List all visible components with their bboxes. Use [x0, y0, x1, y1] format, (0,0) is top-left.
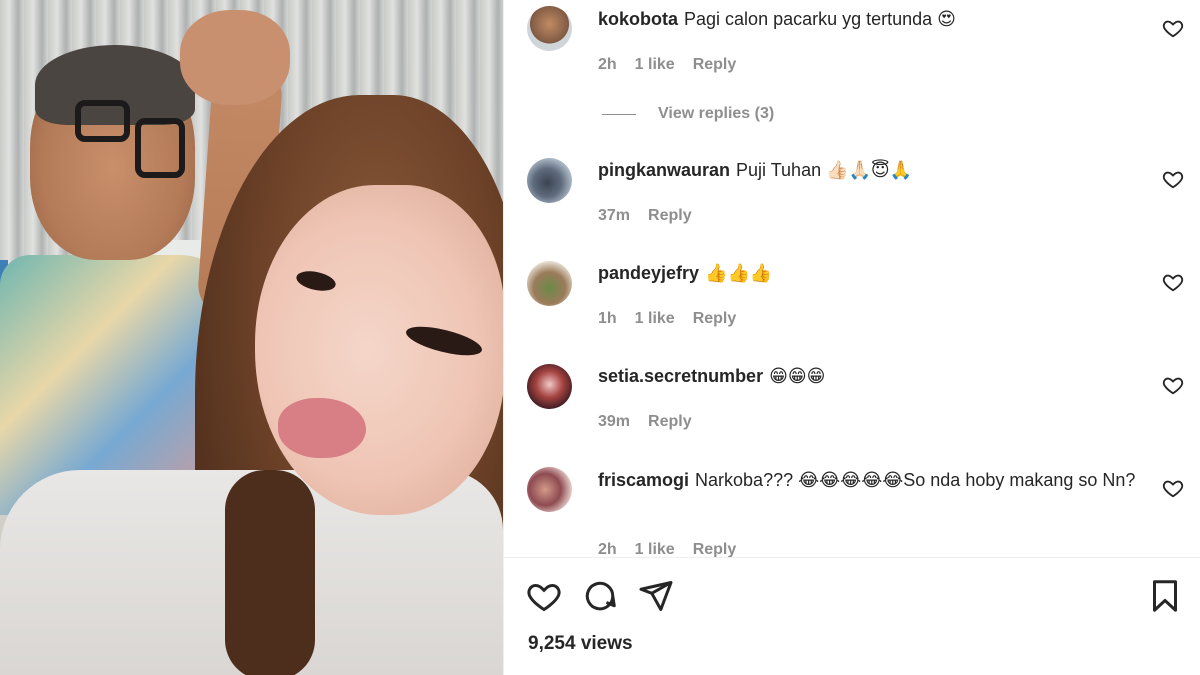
heart-icon[interactable]	[1162, 271, 1184, 293]
reply-button[interactable]: Reply	[693, 56, 737, 73]
woman-hair-strand	[225, 470, 315, 675]
comment-icon[interactable]	[582, 578, 618, 614]
comment-text: pingkanwauran Puji Tuhan 👍🏻🙏🏻😇🙏	[598, 158, 1153, 183]
heart-icon[interactable]	[1162, 168, 1184, 190]
user-avatar[interactable]	[527, 467, 572, 512]
post-media[interactable]	[0, 0, 503, 675]
comment-meta: 2h 1 like Reply	[598, 56, 754, 74]
comment-username[interactable]: pandeyjefry	[598, 263, 699, 283]
woman-lips	[278, 398, 366, 458]
user-avatar[interactable]	[527, 6, 572, 51]
comment-username[interactable]: friscamogi	[598, 470, 689, 490]
bookmark-icon[interactable]	[1147, 578, 1183, 614]
view-replies-line	[602, 113, 636, 115]
glasses-right-lens	[135, 118, 185, 178]
comment-time[interactable]: 37m	[598, 207, 630, 224]
view-replies-label: View replies (3)	[658, 105, 775, 122]
comment-meta: 2h 1 like Reply	[598, 541, 754, 557]
reply-button[interactable]: Reply	[693, 310, 737, 327]
comment-username[interactable]: kokobota	[598, 9, 678, 29]
comment-body: 😁😁😁	[769, 366, 826, 386]
post-actions	[504, 570, 1200, 622]
comment-body: Narkoba??? 😂😂😂😂😂So nda hoby makang so Nn…	[695, 470, 1136, 490]
glasses-left-lens	[75, 100, 130, 142]
comment-text: pandeyjefry 👍👍👍	[598, 261, 1153, 286]
comment-meta: 39m Reply	[598, 413, 710, 431]
user-avatar[interactable]	[527, 158, 572, 203]
user-avatar[interactable]	[527, 261, 572, 306]
comment-username[interactable]: setia.secretnumber	[598, 366, 763, 386]
comment-text: setia.secretnumber 😁😁😁	[598, 364, 1153, 389]
comment-item: setia.secretnumber 😁😁😁 39m Reply	[504, 356, 1200, 456]
heart-icon[interactable]	[1162, 374, 1184, 396]
comment-meta: 1h 1 like Reply	[598, 310, 754, 328]
comment-time[interactable]: 1h	[598, 310, 617, 327]
comment-body: 👍👍👍	[705, 263, 773, 283]
user-avatar[interactable]	[527, 364, 572, 409]
comment-item: kokobota Pagi calon pacarku yg tertunda 😍…	[504, 0, 1200, 100]
comment-text: kokobota Pagi calon pacarku yg tertunda 😍	[598, 7, 1153, 32]
comment-meta: 37m Reply	[598, 207, 710, 225]
comment-item: pingkanwauran Puji Tuhan 👍🏻🙏🏻😇🙏 37m Reply	[504, 150, 1200, 250]
comment-item: friscamogi Narkoba??? 😂😂😂😂😂So nda hoby ma…	[504, 459, 1200, 557]
reply-button[interactable]: Reply	[648, 207, 692, 224]
share-icon[interactable]	[638, 578, 674, 614]
comment-time[interactable]: 2h	[598, 56, 617, 73]
comment-time[interactable]: 39m	[598, 413, 630, 430]
heart-icon[interactable]	[526, 578, 562, 614]
section-divider	[504, 557, 1200, 558]
man-hand	[180, 10, 290, 105]
comment-item: pandeyjefry 👍👍👍 1h 1 like Reply	[504, 253, 1200, 353]
heart-icon[interactable]	[1162, 477, 1184, 499]
comment-username[interactable]: pingkanwauran	[598, 160, 730, 180]
comment-time[interactable]: 2h	[598, 541, 617, 557]
reply-button[interactable]: Reply	[693, 541, 737, 557]
view-count[interactable]: 9,254 views	[528, 633, 633, 655]
comment-text: friscamogi Narkoba??? 😂😂😂😂😂So nda hoby ma…	[598, 468, 1153, 493]
comment-likes[interactable]: 1 like	[635, 310, 675, 327]
reply-button[interactable]: Reply	[648, 413, 692, 430]
view-replies-button[interactable]: View replies (3)	[602, 102, 774, 126]
comments-panel: kokobota Pagi calon pacarku yg tertunda 😍…	[503, 0, 1200, 675]
comment-body: Puji Tuhan 👍🏻🙏🏻😇🙏	[736, 160, 913, 180]
comment-likes[interactable]: 1 like	[635, 56, 675, 73]
comments-list[interactable]: kokobota Pagi calon pacarku yg tertunda 😍…	[504, 0, 1200, 557]
comment-likes[interactable]: 1 like	[635, 541, 675, 557]
heart-icon[interactable]	[1162, 17, 1184, 39]
comment-body: Pagi calon pacarku yg tertunda 😍	[684, 9, 956, 29]
